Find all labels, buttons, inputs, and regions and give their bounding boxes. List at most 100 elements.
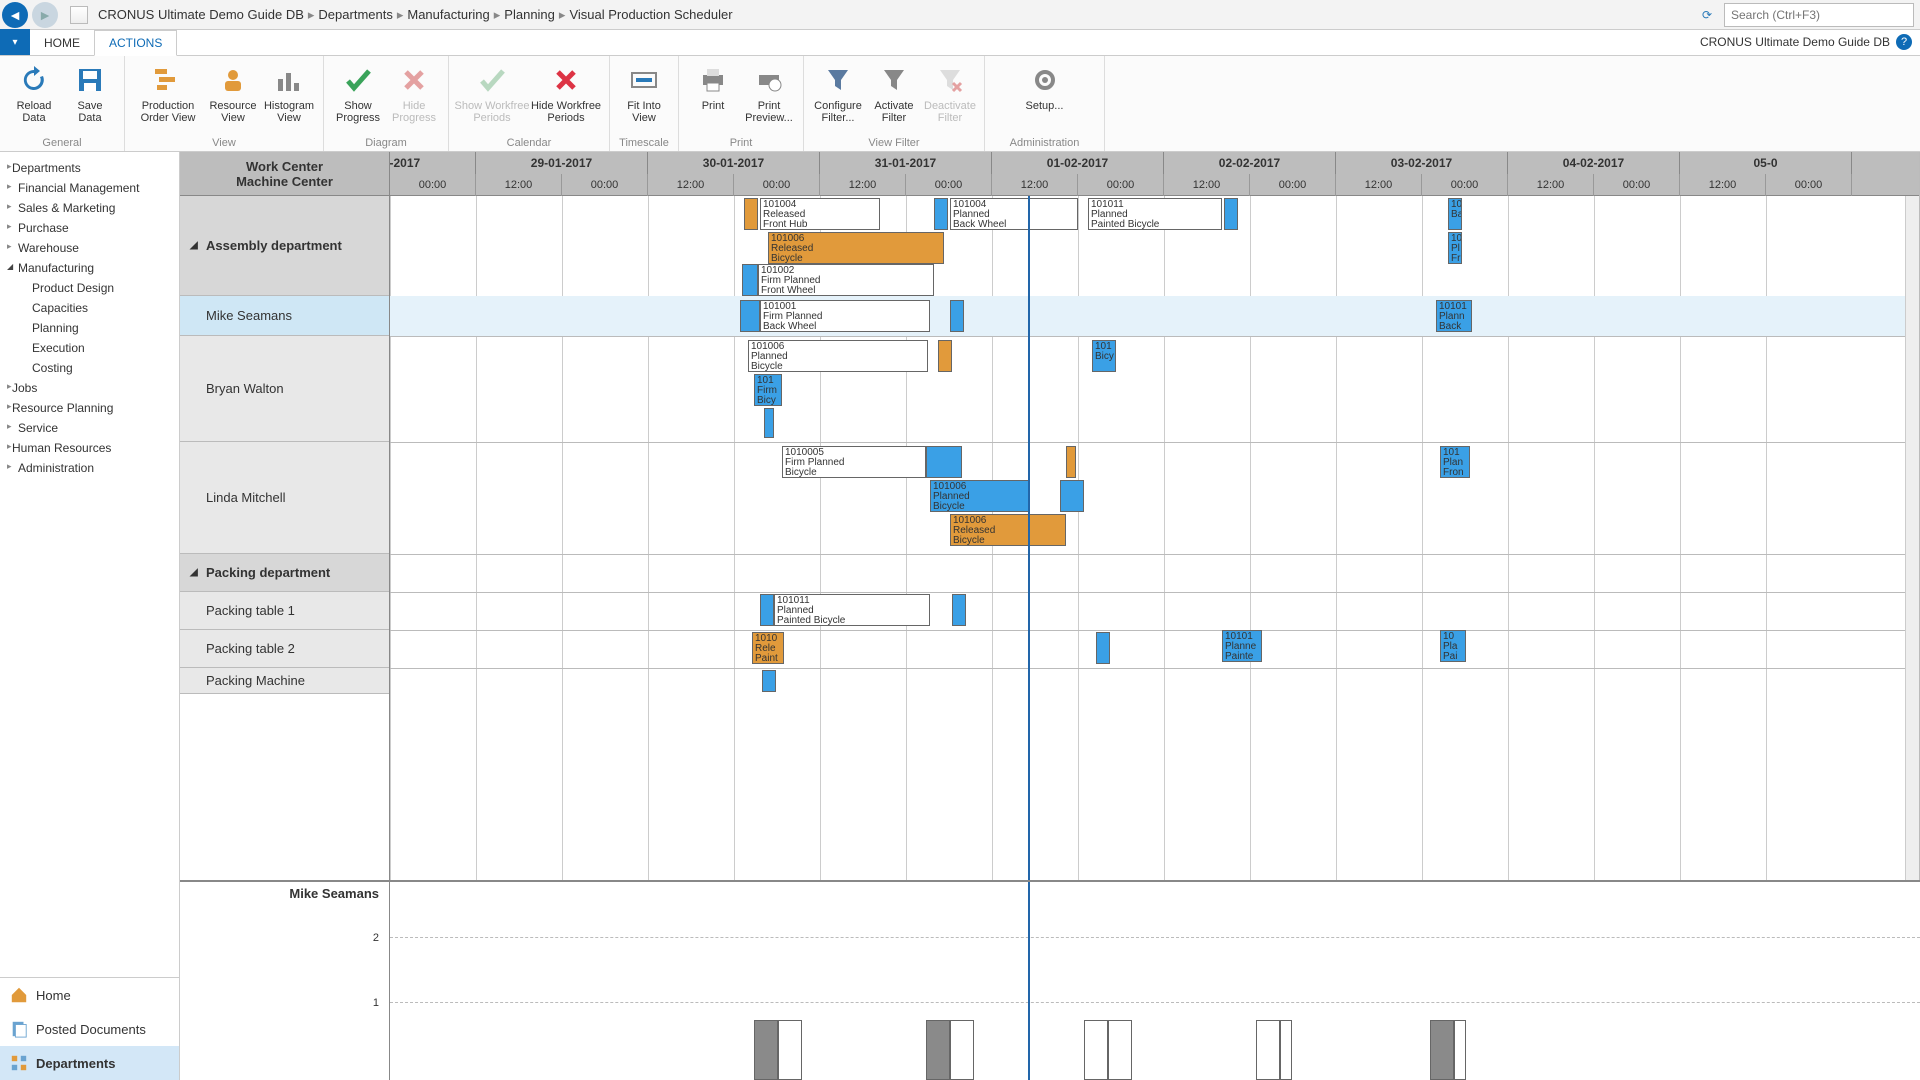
gantt-bar[interactable] [744,198,758,230]
bottom-nav-posted[interactable]: Posted Documents [0,1012,179,1046]
row-linda-mitchell[interactable]: Linda Mitchell [180,442,389,554]
ribbon: Reload Data Save Data General Production… [0,56,1920,152]
hide-workfree-button[interactable]: Hide Workfree Periods [529,60,603,135]
gantt-bar[interactable]: 101 Firm Bicy [754,374,782,406]
gantt-bar[interactable] [938,340,952,372]
gantt-bar[interactable] [764,408,774,438]
breadcrumb-departments[interactable]: Departments [318,7,392,22]
save-data-button[interactable]: Save Data [62,60,118,135]
nav-forward-button[interactable]: ► [32,2,58,28]
gantt-bar[interactable]: 101006 Planned Bicycle [748,340,928,372]
tree-departments[interactable]: Departments [4,158,175,178]
breadcrumb-manufacturing[interactable]: Manufacturing [407,7,489,22]
gantt-bar[interactable]: 101002 Firm Planned Front Wheel [758,264,934,296]
gantt-bar[interactable] [742,264,758,296]
tab-home[interactable]: HOME [30,31,94,55]
show-progress-button[interactable]: Show Progress [330,60,386,135]
gantt-bar[interactable] [1224,198,1238,230]
gantt-bar[interactable]: 101006 Planned Bicycle [930,480,1030,512]
histogram-body[interactable] [390,882,1920,1080]
refresh-icon[interactable]: ⟳ [1698,6,1716,24]
gantt-bar[interactable] [950,300,964,332]
print-button[interactable]: Print [685,60,741,135]
breadcrumb-root[interactable]: CRONUS Ultimate Demo Guide DB [98,7,304,22]
gantt-bar[interactable] [934,198,948,230]
timeline-day: 28-01-2017 [390,152,476,174]
tree-jobs[interactable]: Jobs [4,378,175,398]
tree-resource-planning[interactable]: Resource Planning [4,398,175,418]
tree-costing[interactable]: Costing [4,358,175,378]
gantt-bar[interactable]: 101001 Firm Planned Back Wheel [760,300,930,332]
tree-execution[interactable]: Execution [4,338,175,358]
gantt-bar[interactable]: 10101 Planne Painte [1222,630,1262,662]
group-viewfilter-label: View Filter [868,135,919,149]
breadcrumb-planning[interactable]: Planning [504,7,555,22]
tree-planning[interactable]: Planning [4,318,175,338]
tree-manufacturing[interactable]: Manufacturing [4,258,175,278]
tree-purchase[interactable]: Purchase [4,218,175,238]
gantt-bar[interactable]: 101011 Planned Painted Bicycle [1088,198,1222,230]
row-packing-dept[interactable]: ◢Packing department [180,554,389,592]
activate-filter-button[interactable]: Activate Filter [866,60,922,135]
gantt-bar[interactable]: 101 Bicy [1092,340,1116,372]
gantt-bar[interactable]: 10 Pla Pai [1440,630,1466,662]
bottom-nav-departments[interactable]: Departments [0,1046,179,1080]
gantt-bar[interactable] [740,300,760,332]
row-packing-table-1[interactable]: Packing table 1 [180,592,389,630]
gantt-bar[interactable]: 1010005 Firm Planned Bicycle [782,446,926,478]
tree-product-design[interactable]: Product Design [4,278,175,298]
tree-administration[interactable]: Administration [4,458,175,478]
gantt-bar[interactable] [762,670,776,692]
gantt-bar[interactable]: 101 Plan Fron [1440,446,1470,478]
gantt-bar[interactable]: 10 Ba [1448,198,1462,230]
ribbon-right-label: CRONUS Ultimate Demo Guide DB ? [1700,34,1912,50]
gantt-grid[interactable]: 28-01-201712:0000:0029-01-201712:0000:00… [390,152,1919,880]
bottom-nav-home[interactable]: Home [0,978,179,1012]
resource-view-button[interactable]: Resource View [205,60,261,135]
gantt-bar[interactable] [1060,480,1084,512]
row-packing-table-2[interactable]: Packing table 2 [180,630,389,668]
gantt-bar[interactable]: 10 Pl Fr [1448,232,1462,264]
funnel-x-icon [934,64,966,96]
gantt-bar[interactable] [1096,632,1110,664]
gantt-bar[interactable]: 101011 Planned Painted Bicycle [774,594,930,626]
row-packing-machine[interactable]: Packing Machine [180,668,389,694]
setup-button[interactable]: Setup... [1017,60,1073,135]
tree-sales[interactable]: Sales & Marketing [4,198,175,218]
breadcrumb-vps[interactable]: Visual Production Scheduler [569,7,732,22]
gantt-bar[interactable]: 10101 Plann Back [1436,300,1472,332]
search-input[interactable] [1724,3,1914,27]
timeline-hour: 00:00 [906,174,992,196]
vertical-scrollbar[interactable] [1905,196,1919,880]
tree-warehouse[interactable]: Warehouse [4,238,175,258]
gantt-bar[interactable] [1066,446,1076,478]
gantt-bar[interactable]: 101006 Released Bicycle [768,232,944,264]
fit-into-view-button[interactable]: Fit Into View [616,60,672,135]
tree-financial[interactable]: Financial Management [4,178,175,198]
tree-service[interactable]: Service [4,418,175,438]
gantt-bar[interactable]: 1010 Rele Paint [752,632,784,664]
production-order-view-button[interactable]: Production Order View [131,60,205,135]
row-bryan-walton[interactable]: Bryan Walton [180,336,389,442]
tree-capacities[interactable]: Capacities [4,298,175,318]
timeline-day: 05-0 [1680,152,1852,174]
tab-actions[interactable]: ACTIONS [94,30,177,56]
configure-filter-button[interactable]: Configure Filter... [810,60,866,135]
gantt-bar[interactable] [760,594,774,626]
gantt-bar[interactable] [952,594,966,626]
gantt-bar[interactable]: 101004 Released Front Hub [760,198,880,230]
row-mike-seamans[interactable]: Mike Seamans [180,296,389,336]
print-preview-button[interactable]: Print Preview... [741,60,797,135]
nav-back-button[interactable]: ◄ [2,2,28,28]
app-menu-button[interactable]: ▾ [0,29,30,55]
gantt-bar[interactable] [926,446,962,478]
reload-data-button[interactable]: Reload Data [6,60,62,135]
gantt-bar[interactable]: 101004 Planned Back Wheel [950,198,1078,230]
timeline-day: 31-01-2017 [820,152,992,174]
help-icon[interactable]: ? [1896,34,1912,50]
histogram-view-button[interactable]: Histogram View [261,60,317,135]
timeline-hour: 00:00 [390,174,476,196]
gantt-bar[interactable]: 101006 Released Bicycle [950,514,1066,546]
tree-hr[interactable]: Human Resources [4,438,175,458]
row-assembly-dept[interactable]: ◢Assembly department [180,196,389,296]
